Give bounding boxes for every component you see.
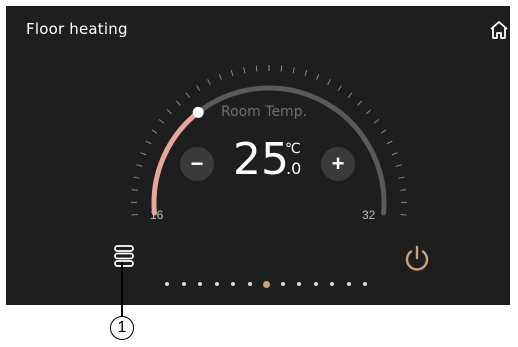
dial-tick [140,152,147,156]
decrease-temp-button[interactable]: − [180,147,214,181]
dial-tick [316,74,320,81]
dial-tick [327,79,331,85]
dial-tick [185,92,191,98]
dial-tick [166,109,173,115]
range-min-label: 16 [150,208,164,222]
dial-tick [365,109,372,115]
page-dot[interactable] [363,282,367,286]
page-dot[interactable] [346,282,351,286]
dial-tick [255,65,258,72]
setpoint-display: 25 ℃ .0 [230,135,330,185]
setpoint-decimal: .0 [286,159,302,178]
dial-tick [400,189,407,191]
callout-number: 1 [110,316,134,340]
dial-tick [175,100,181,106]
dial-tick [337,85,342,91]
dial-tick [280,65,283,72]
dial-tick [304,70,308,77]
increase-temp-button[interactable]: + [321,147,355,181]
menu-icon[interactable] [113,244,135,268]
dial-tick [136,164,143,167]
dial-tick [380,129,387,134]
range-max-label: 32 [362,208,376,222]
callout-leader-line [121,262,123,317]
page-dot[interactable] [330,282,334,286]
page-dot[interactable] [165,282,169,286]
page-dot[interactable] [231,282,235,286]
dial-tick [230,70,234,77]
dial-tick [243,67,246,74]
dial-tick [158,119,165,124]
page-dot[interactable] [181,282,186,286]
temperature-unit: ℃ [285,141,301,157]
page-dot[interactable] [214,282,219,286]
dial-tick [400,214,407,216]
setpoint-integer: 25 [233,134,289,185]
dial-tick [347,92,353,98]
dial-tick [386,140,393,145]
page-dot[interactable] [297,282,301,286]
dial-tick [391,152,398,156]
dial-tick [357,100,363,106]
room-temp-label: Room Temp. [220,104,308,120]
page-dot[interactable] [280,282,285,286]
dial-tick [398,176,405,179]
page-dot-active[interactable] [262,280,270,288]
dial-tick [207,79,211,85]
dial-tick [395,164,402,167]
dial-tick [145,140,152,145]
dial-tick [292,67,295,74]
power-icon[interactable] [402,243,432,273]
dial-tick [196,85,201,91]
dial-tick [373,119,380,124]
page-dot[interactable] [198,282,202,286]
dial-tick [131,214,138,216]
dial-tick [131,189,138,191]
dial-tick [151,129,158,134]
thermostat-screen: Floor heating Room Temp. 25 ℃ .0 − + 16 … [6,6,510,305]
dial-tick [133,176,140,179]
page-dot[interactable] [313,282,318,286]
page-dot[interactable] [247,282,252,286]
dial-tick [218,74,222,81]
